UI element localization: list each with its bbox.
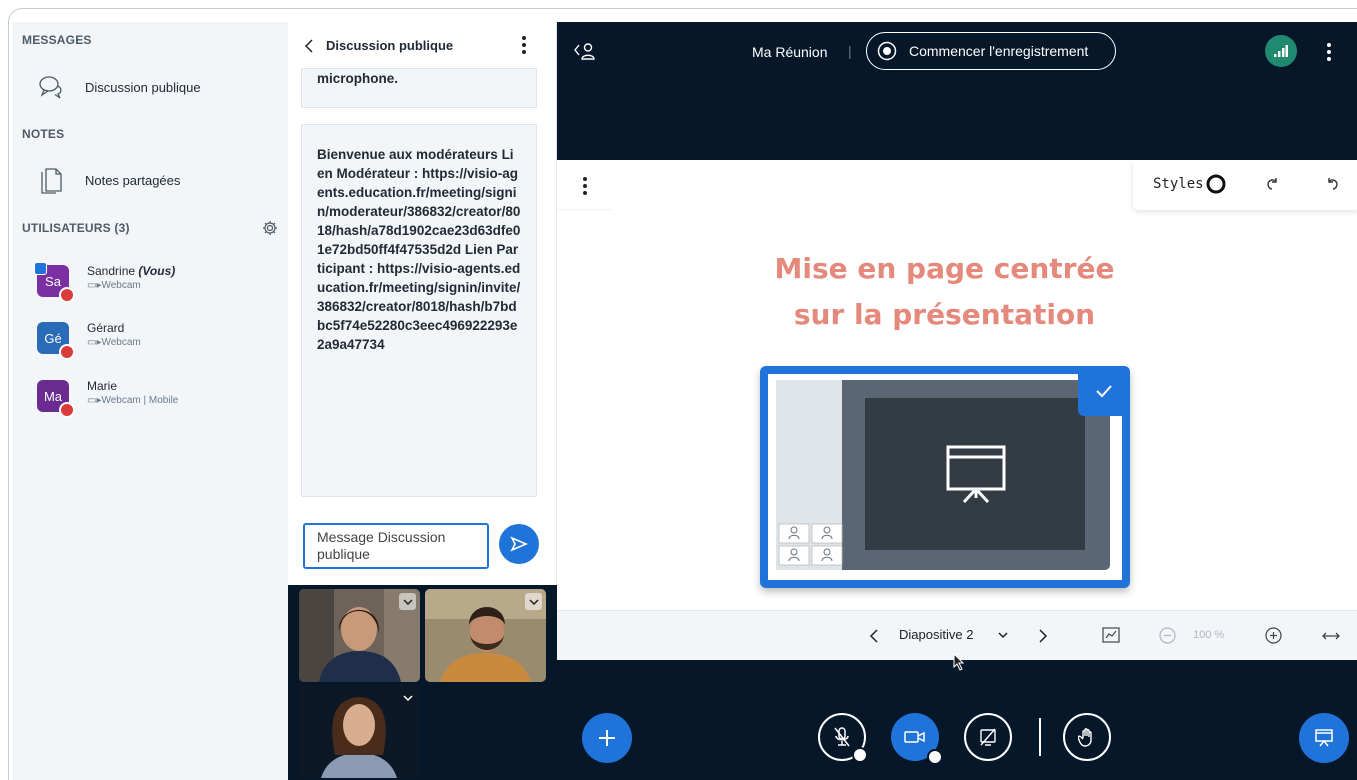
whiteboard-toolbar: Styles — [1133, 160, 1357, 210]
user-row-marie[interactable]: Ma Marie ▭▸Webcam | Mobile — [12, 372, 288, 424]
chat-title: Discussion publique — [326, 38, 454, 53]
record-circle-icon — [877, 41, 897, 61]
chat-panel: Discussion publique microphone. Bienvenu… — [288, 22, 557, 585]
fit-width-icon[interactable] — [1321, 631, 1341, 641]
slide-title: Mise en page centrée sur la présentation — [774, 252, 1115, 331]
camera-icon — [904, 731, 925, 743]
check-icon — [1078, 366, 1130, 416]
notes-section-title: NOTES — [22, 127, 65, 141]
chevron-down-icon[interactable] — [399, 689, 416, 706]
chat-message-input[interactable]: Message Discussion publique — [303, 523, 489, 569]
chat-message: microphone. — [301, 68, 537, 108]
redo-icon[interactable] — [1265, 177, 1279, 191]
layout-option-card[interactable] — [760, 366, 1130, 588]
chat-badge-icon — [34, 262, 47, 275]
kebab-menu-icon[interactable] — [1327, 43, 1331, 61]
user-name: Marie — [87, 379, 118, 393]
mouse-cursor-icon — [953, 653, 965, 671]
chat-bubbles-icon — [39, 76, 62, 99]
start-recording-button[interactable]: Commencer l'enregistrement — [866, 32, 1116, 70]
signal-bars-icon — [1274, 45, 1288, 57]
send-button[interactable] — [499, 524, 539, 564]
sidebar-item-public-chat[interactable]: Discussion publique — [12, 67, 288, 107]
zoom-out-icon[interactable] — [1159, 627, 1176, 644]
chevron-up-icon[interactable] — [927, 749, 943, 765]
separator: | — [848, 43, 852, 59]
sidebar-item-shared-notes[interactable]: Notes partagées — [12, 160, 288, 200]
stroke-style-icon[interactable] — [1206, 174, 1226, 194]
chevron-up-icon[interactable] — [852, 747, 868, 763]
layout-preview — [776, 380, 1110, 570]
presentation-area: Styles Mise en page centrée sur la prése… — [557, 160, 1357, 671]
chart-icon[interactable] — [1102, 627, 1120, 643]
sidebar-item-label: Discussion publique — [85, 79, 201, 95]
main-area: Ma Réunion | Commencer l'enregistrement … — [557, 22, 1357, 780]
microphone-muted-icon — [59, 402, 75, 418]
webcam-tile[interactable] — [299, 685, 420, 778]
user-list-panel: MESSAGES Discussion publique NOTES Notes… — [12, 22, 288, 780]
webcam-strip — [288, 585, 557, 780]
chevron-down-icon[interactable] — [399, 593, 416, 610]
user-row-gerard[interactable]: Gé Gérard ▭▸Webcam — [12, 314, 288, 366]
users-section-title: UTILISATEURS (3) — [22, 221, 130, 235]
camera-button[interactable] — [891, 713, 943, 765]
avatar: Sa — [34, 262, 75, 303]
messages-section-title: MESSAGES — [22, 33, 92, 47]
chevron-right-icon[interactable] — [1038, 628, 1048, 644]
chat-message: Bienvenue aux modérateurs Lien Modérateu… — [301, 124, 537, 497]
zoom-level: 100 % — [1193, 629, 1225, 641]
toggle-presentation-button[interactable] — [1299, 713, 1349, 763]
kebab-menu-icon[interactable] — [522, 36, 526, 54]
toolbar-divider — [1039, 718, 1041, 756]
screen-share-button[interactable] — [964, 713, 1012, 761]
kebab-menu-icon[interactable] — [583, 177, 587, 195]
send-icon — [510, 536, 528, 552]
user-name: Sandrine (Vous) — [87, 264, 176, 278]
top-bar: Ma Réunion | Commencer l'enregistrement — [557, 22, 1357, 82]
microphone-muted-icon — [59, 344, 75, 360]
meeting-name: Ma Réunion — [752, 44, 828, 60]
chevron-down-icon[interactable] — [525, 593, 542, 610]
connection-status-button[interactable] — [1265, 35, 1297, 67]
presentation-icon — [1315, 729, 1333, 747]
screen-share-off-icon — [980, 728, 996, 746]
unmute-button[interactable] — [818, 713, 868, 763]
plus-icon — [599, 730, 615, 746]
actions-button[interactable] — [582, 713, 632, 763]
avatar: Gé — [37, 322, 75, 360]
sidebar-item-label: Notes partagées — [85, 172, 181, 188]
meeting-app: MESSAGES Discussion publique NOTES Notes… — [12, 22, 1357, 780]
toggle-user-list-icon[interactable] — [573, 42, 597, 60]
webcam-tile[interactable] — [299, 589, 420, 682]
styles-label[interactable]: Styles — [1153, 176, 1204, 192]
microphone-muted-icon — [59, 287, 75, 303]
webcam-tile[interactable] — [425, 589, 546, 682]
microphone-muted-icon — [834, 727, 850, 747]
presentation-menu[interactable] — [557, 160, 612, 210]
avatar: Ma — [37, 380, 75, 418]
user-status: ▭▸Webcam — [87, 337, 141, 348]
hand-icon — [1078, 728, 1092, 747]
zoom-in-icon[interactable] — [1265, 627, 1282, 644]
raise-hand-button[interactable] — [1063, 713, 1111, 761]
undo-icon[interactable] — [1326, 177, 1340, 191]
chat-header: Discussion publique — [288, 22, 557, 68]
chevron-left-icon[interactable] — [304, 38, 314, 54]
user-status: ▭▸Webcam | Mobile — [87, 395, 179, 406]
user-row-sandrine[interactable]: Sa Sandrine (Vous) ▭▸Webcam — [12, 257, 288, 309]
chevron-down-icon[interactable] — [998, 632, 1008, 639]
chevron-left-icon[interactable] — [869, 628, 879, 644]
record-label: Commencer l'enregistrement — [909, 43, 1089, 59]
slide-selector[interactable]: Diapositive 2 — [899, 627, 973, 642]
user-status: ▭▸Webcam — [87, 280, 141, 291]
user-name: Gérard — [87, 321, 125, 335]
gear-icon[interactable] — [262, 220, 278, 236]
document-icon — [41, 168, 62, 194]
